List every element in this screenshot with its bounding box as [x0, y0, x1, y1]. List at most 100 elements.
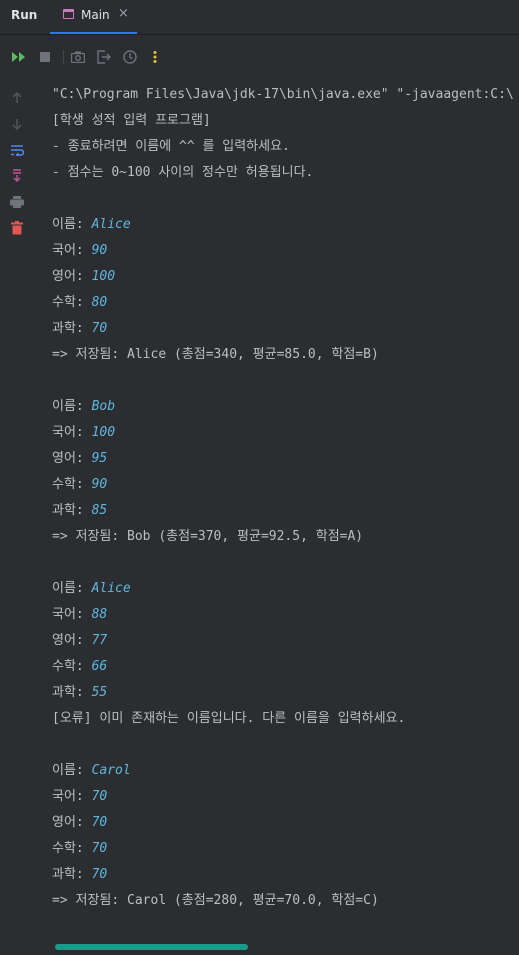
console-line-text: 이름: — [52, 217, 92, 232]
console-input-value: 70 — [91, 789, 108, 804]
console-input-value: 90 — [91, 477, 108, 492]
console-line-text: 과학: — [52, 321, 92, 336]
console-line-text: 영어: — [52, 451, 92, 466]
console-line: 국어: 70 — [52, 784, 519, 810]
console-line: => 저장됨: Bob (총점=370, 평균=92.5, 학점=A) — [52, 524, 519, 550]
close-icon[interactable]: × — [118, 7, 129, 21]
rerun-icon[interactable] — [11, 49, 27, 65]
console-input-value: 80 — [91, 295, 108, 310]
console-input-value: Alice — [91, 217, 131, 232]
console-line-text: 수학: — [52, 659, 92, 674]
console-line-text: 국어: — [52, 425, 92, 440]
console-line: 영어: 100 — [52, 264, 519, 290]
console-line-text: 영어: — [52, 269, 92, 284]
console-line: 과학: 70 — [52, 862, 519, 888]
console-line-text: 영어: — [52, 815, 92, 830]
trash-icon[interactable] — [9, 220, 25, 236]
horizontal-scrollbar[interactable] — [55, 944, 248, 950]
console-line: => 저장됨: Alice (총점=340, 평균=85.0, 학점=B) — [52, 342, 519, 368]
console-line-text: 이름: — [52, 581, 92, 596]
console-line-text: => 저장됨: Carol (총점=280, 평균=70.0, 학점=C) — [52, 893, 379, 908]
console-line-text: - 점수는 0~100 사이의 정수만 허용됩니다. — [52, 165, 314, 180]
console-line: 이름: Carol — [52, 758, 519, 784]
console-line-text: 과학: — [52, 685, 92, 700]
console-line: 수학: 66 — [52, 654, 519, 680]
console-line-text: 이름: — [52, 763, 92, 778]
console-line: 과학: 70 — [52, 316, 519, 342]
tab-main-label: Main — [81, 8, 110, 22]
console-line: "C:\Program Files\Java\jdk-17\bin\java.e… — [52, 82, 519, 108]
down-arrow-icon[interactable] — [9, 116, 25, 132]
exit-icon[interactable] — [96, 49, 112, 65]
console-input-value: 100 — [91, 425, 116, 440]
console-input-value: 55 — [91, 685, 108, 700]
console-input-value: 85 — [91, 503, 108, 518]
console-line-text: [오류] 이미 존재하는 이름입니다. 다른 이름을 입력하세요. — [52, 711, 406, 726]
more-icon[interactable] — [147, 49, 163, 65]
console-input-value: 70 — [91, 867, 108, 882]
console-line-text: [학생 성적 입력 프로그램] — [52, 113, 211, 128]
stop-icon[interactable] — [37, 49, 53, 65]
console-input-value: 90 — [91, 243, 108, 258]
console-input-value: 88 — [91, 607, 108, 622]
console-input-value: 95 — [91, 451, 108, 466]
console-line: 수학: 70 — [52, 836, 519, 862]
toolbar-divider — [63, 50, 64, 64]
console-line-text: => 저장됨: Alice (총점=340, 평균=85.0, 학점=B) — [52, 347, 379, 362]
console-input-value: 100 — [91, 269, 116, 284]
console-line-text: => 저장됨: Bob (총점=370, 평균=92.5, 학점=A) — [52, 529, 364, 544]
console-line-text: 국어: — [52, 789, 92, 804]
run-tab-bar: Run Main × — [0, 0, 519, 35]
console-side-actions — [0, 80, 36, 955]
console-line: [학생 성적 입력 프로그램] — [52, 108, 519, 134]
scroll-to-end-icon[interactable] — [9, 168, 25, 184]
console-output[interactable]: "C:\Program Files\Java\jdk-17\bin\java.e… — [52, 82, 519, 914]
console-toolbar — [0, 35, 519, 79]
console-line-text: 국어: — [52, 243, 92, 258]
console-line-text: 수학: — [52, 295, 92, 310]
console-line: 과학: 55 — [52, 680, 519, 706]
console-input-value: Alice — [91, 581, 131, 596]
console-line-text: 과학: — [52, 867, 92, 882]
console-line: 국어: 100 — [52, 420, 519, 446]
console-input-value: 70 — [91, 321, 108, 336]
settings-icon[interactable] — [122, 49, 138, 65]
console-line-text: 이름: — [52, 399, 92, 414]
console-line: - 점수는 0~100 사이의 정수만 허용됩니다. — [52, 160, 519, 186]
console-line: - 종료하려면 이름에 ^^ 를 입력하세요. — [52, 134, 519, 160]
console-line: 이름: Bob — [52, 394, 519, 420]
console-input-value: 66 — [91, 659, 108, 674]
screenshot-icon[interactable] — [70, 49, 86, 65]
console-line: 수학: 80 — [52, 290, 519, 316]
console-line-text: 수학: — [52, 841, 92, 856]
run-tool-window: Run Main × "C:\Program Files\Java\jdk-17… — [0, 0, 519, 955]
console-line: 국어: 90 — [52, 238, 519, 264]
console-line: 과학: 85 — [52, 498, 519, 524]
console-line-text: - 종료하려면 이름에 ^^ 를 입력하세요. — [52, 139, 290, 154]
tab-main[interactable]: Main × — [50, 0, 137, 34]
console-input-value: 70 — [91, 815, 108, 830]
up-arrow-icon[interactable] — [9, 90, 25, 106]
console-line: 영어: 95 — [52, 446, 519, 472]
console-line: 영어: 77 — [52, 628, 519, 654]
run-title: Run — [11, 8, 38, 22]
console-input-value: 77 — [91, 633, 108, 648]
console-input-value: Carol — [91, 763, 131, 778]
console-line-text: "C:\Program Files\Java\jdk-17\bin\java.e… — [52, 87, 514, 102]
console-line: 이름: Alice — [52, 212, 519, 238]
console-line-text: 영어: — [52, 633, 92, 648]
console-line-text: 과학: — [52, 503, 92, 518]
console-line: 이름: Alice — [52, 576, 519, 602]
console-line: 국어: 88 — [52, 602, 519, 628]
console-line: 영어: 70 — [52, 810, 519, 836]
print-icon[interactable] — [9, 194, 25, 210]
soft-wrap-icon[interactable] — [9, 142, 25, 158]
console-line-text: 국어: — [52, 607, 92, 622]
console-line-text: 수학: — [52, 477, 92, 492]
console-line: 수학: 90 — [52, 472, 519, 498]
run-config-icon — [63, 9, 74, 19]
